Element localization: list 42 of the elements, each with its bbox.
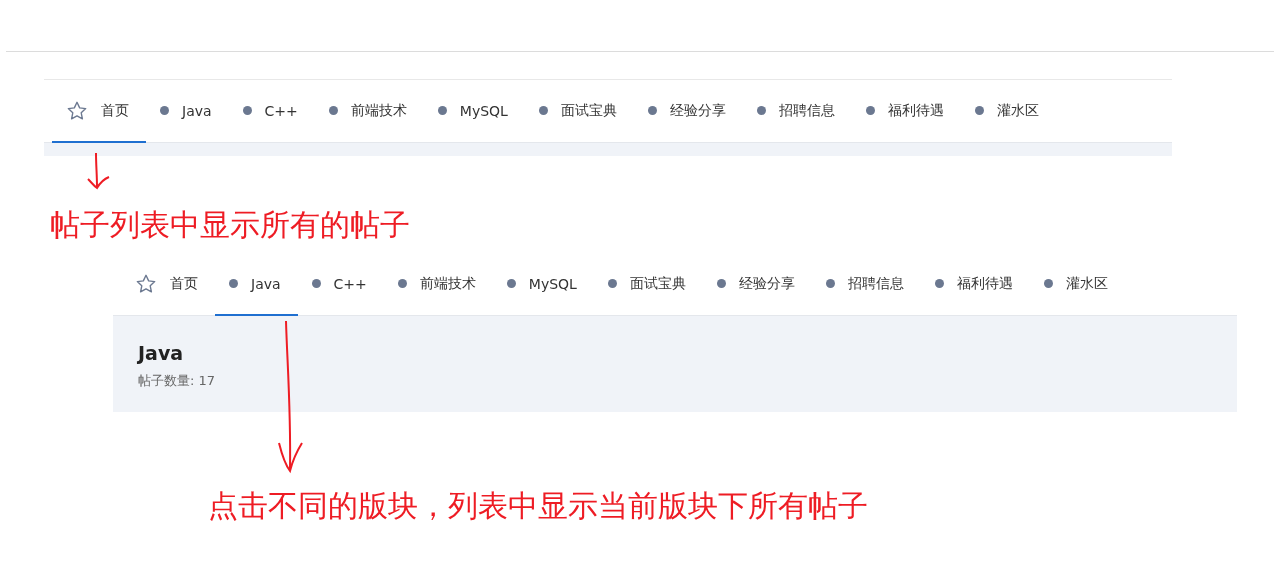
star-icon (66, 99, 88, 122)
dot-icon (974, 106, 984, 115)
nav-tab[interactable]: 经验分享 (702, 253, 812, 316)
post-count: 帖子数量: 17 (138, 372, 216, 390)
annotation-text: 点击不同的版块，列表中显示当前版块下所有帖子 (208, 487, 868, 525)
dot-icon (242, 106, 252, 115)
nav-tab[interactable]: 前端技术 (383, 253, 493, 316)
dot-icon (311, 279, 321, 288)
nav-tab[interactable]: 灌水区 (960, 80, 1056, 143)
board-title: Java (138, 342, 184, 364)
nav-tab[interactable]: 前端技术 (314, 80, 424, 143)
dot-icon (506, 279, 516, 288)
nav-tab[interactable]: 灌水区 (1029, 253, 1125, 316)
nav-tab[interactable]: 经验分享 (633, 80, 743, 143)
nav-tab[interactable]: 福利待遇 (851, 80, 961, 143)
dot-icon (716, 279, 726, 288)
nav-tab[interactable]: C++ (228, 80, 315, 143)
dot-icon (647, 106, 657, 115)
dot-icon (934, 279, 944, 288)
nav-tab[interactable]: 面试宝典 (524, 80, 634, 143)
dot-icon (328, 106, 338, 115)
annotation-text: 帖子列表中显示所有的帖子 (50, 206, 410, 244)
dot-icon (1043, 279, 1053, 288)
dot-icon (825, 279, 835, 288)
dot-icon (865, 106, 875, 115)
nav-tab[interactable]: C++ (297, 253, 384, 316)
dot-icon (607, 279, 617, 288)
dot-icon (160, 106, 169, 115)
nav-tab[interactable]: 面试宝典 (593, 253, 703, 316)
nav-tab[interactable]: 福利待遇 (920, 253, 1030, 316)
dot-icon (397, 279, 407, 288)
nav-tab[interactable]: 首页 (121, 253, 215, 316)
nav-tab[interactable]: MySQL (492, 253, 594, 316)
star-icon (135, 272, 157, 295)
dot-icon (229, 279, 238, 288)
dot-icon (437, 106, 447, 115)
nav-tab[interactable]: Java (146, 80, 229, 143)
nav-tab[interactable]: MySQL (423, 80, 525, 143)
nav-tab[interactable]: 招聘信息 (811, 253, 921, 316)
dot-icon (756, 106, 766, 115)
dot-icon (538, 106, 548, 115)
nav-tab[interactable]: 招聘信息 (742, 80, 852, 143)
